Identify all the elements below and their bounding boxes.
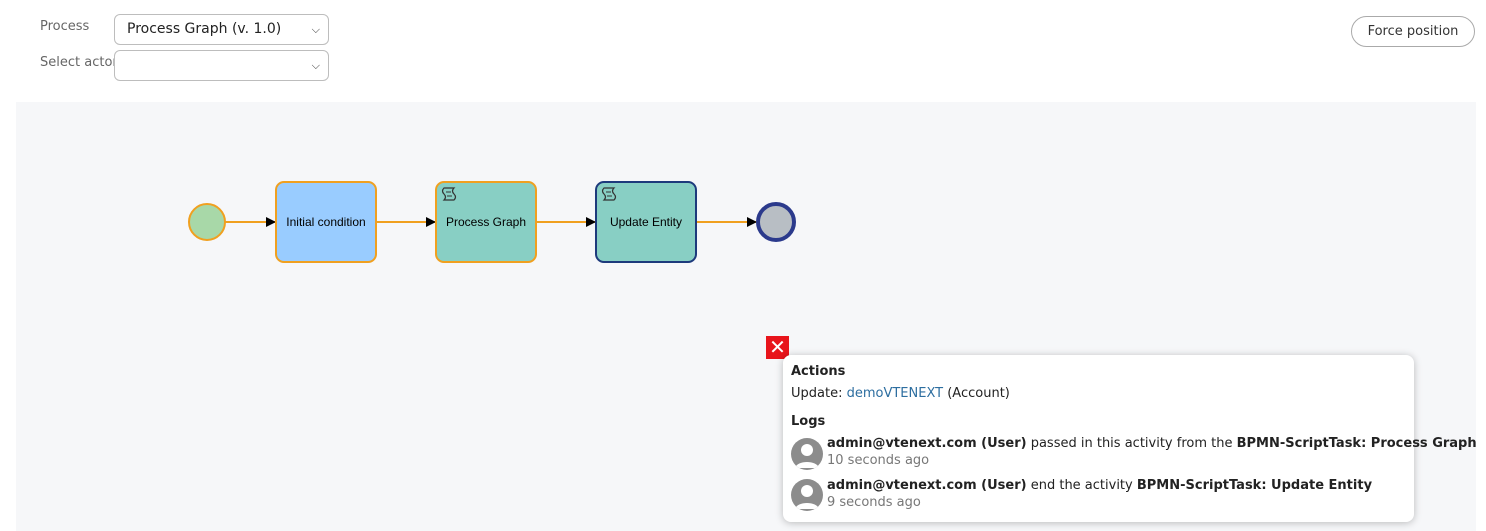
task-process-graph[interactable]: Process Graph: [435, 181, 537, 263]
entity-link[interactable]: demoVTENEXT: [847, 386, 943, 401]
process-label: Process: [40, 19, 90, 34]
update-prefix: Update:: [791, 386, 843, 401]
update-suffix: (Account): [947, 386, 1010, 401]
task-update-entity[interactable]: Update Entity: [595, 181, 697, 263]
end-event[interactable]: [756, 202, 796, 242]
chevron-down-icon: ⌵: [311, 59, 320, 72]
start-event[interactable]: [188, 203, 226, 241]
force-position-button[interactable]: Force position: [1351, 16, 1475, 47]
avatar: [791, 438, 823, 470]
avatar: [791, 479, 823, 511]
log-action: passed in this activity from the: [1030, 436, 1233, 451]
task-label: Process Graph: [446, 215, 526, 229]
log-text: admin@vtenext.com (User) end the activit…: [827, 478, 1372, 493]
chevron-down-icon: ⌵: [311, 23, 320, 36]
process-select-value: Process Graph (v. 1.0): [127, 21, 282, 37]
task-label: Update Entity: [610, 215, 682, 229]
log-target: BPMN-ScriptTask: Update Entity: [1136, 478, 1373, 493]
log-time: 9 seconds ago: [827, 495, 921, 510]
log-user: admin@vtenext.com (User): [827, 478, 1027, 493]
log-time: 10 seconds ago: [827, 453, 930, 468]
log-entry: admin@vtenext.com (User) end the activit…: [827, 478, 1372, 510]
actor-select[interactable]: ⌵: [114, 50, 329, 81]
logs-title: Logs: [791, 414, 826, 429]
log-user: admin@vtenext.com (User): [827, 436, 1027, 451]
actor-label: Select actor: [40, 55, 118, 70]
activity-popup: Actions Update: demoVTENEXT (Account) Lo…: [783, 355, 1477, 522]
log-action: end the activity: [1030, 478, 1133, 493]
task-initial-condition[interactable]: Initial condition: [275, 181, 377, 263]
process-select[interactable]: Process Graph (v. 1.0) ⌵: [114, 14, 329, 45]
log-entry: admin@vtenext.com (User) passed in this …: [827, 436, 1477, 468]
log-text: admin@vtenext.com (User) passed in this …: [827, 436, 1477, 451]
actions-title: Actions: [791, 364, 846, 379]
log-target: BPMN-ScriptTask: Process Graph: [1236, 436, 1477, 451]
update-action: Update: demoVTENEXT (Account): [791, 386, 1010, 401]
task-label: Initial condition: [286, 215, 365, 229]
